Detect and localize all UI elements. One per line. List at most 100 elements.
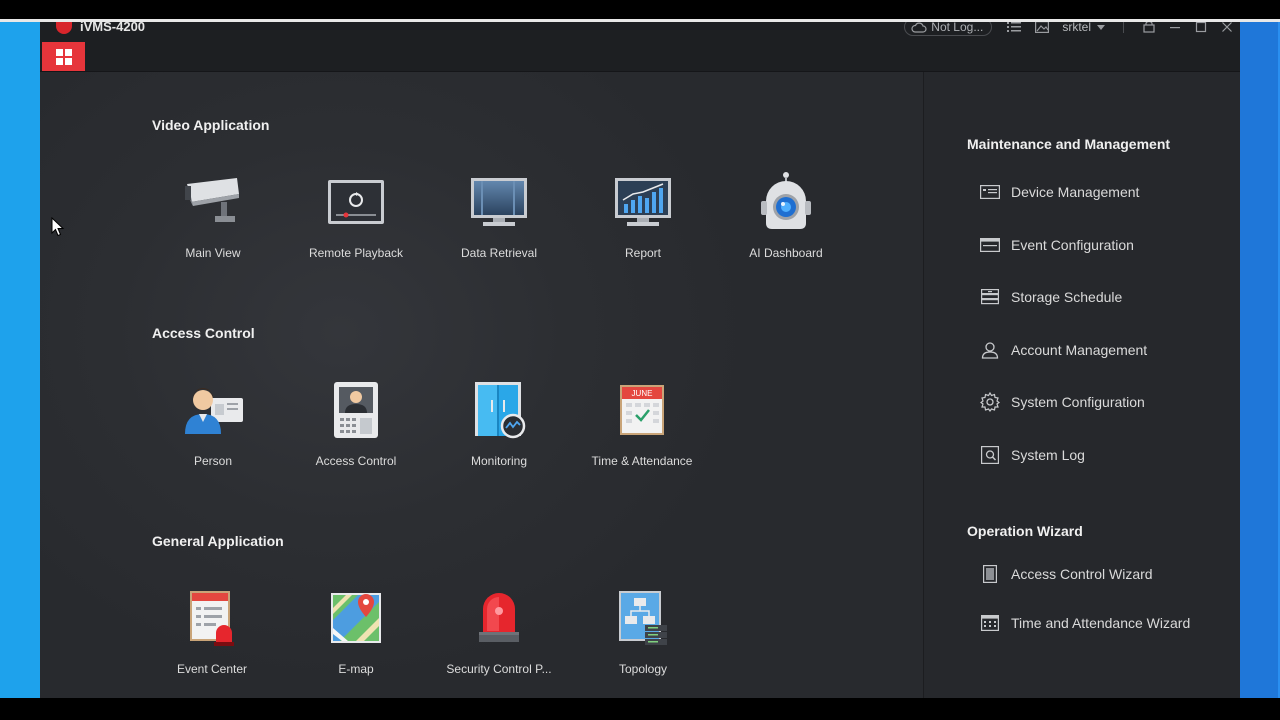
- storage-icon: [981, 289, 999, 305]
- screen: iVMS-4200 Not Log... srktel Video Applic…: [0, 0, 1280, 720]
- event-alarm-icon: [190, 591, 234, 646]
- user-icon: [981, 342, 999, 359]
- home-menu-button[interactable]: [42, 42, 85, 71]
- camera-icon: [185, 178, 239, 222]
- desktop-background-right: [1240, 22, 1280, 698]
- monitor-search-icon: [471, 178, 527, 226]
- log-search-icon: [981, 446, 999, 464]
- section-title-general: General Application: [152, 533, 284, 549]
- section-title-video: Video Application: [152, 117, 270, 133]
- lock-button[interactable]: [1136, 22, 1162, 34]
- tile-label: Person: [193, 454, 233, 468]
- tile-main-view[interactable]: Main View: [143, 170, 283, 260]
- chevron-down-icon[interactable]: [1097, 24, 1105, 30]
- tile-report[interactable]: Report: [573, 170, 713, 260]
- title-bar: iVMS-4200 Not Log... srktel: [40, 22, 1240, 72]
- tile-label: AI Dashboard: [749, 246, 823, 260]
- door-station-icon: [334, 382, 378, 438]
- close-icon: [1222, 22, 1232, 32]
- sidebar-item-event-configuration[interactable]: Event Configuration: [979, 235, 1134, 255]
- tile-access-control[interactable]: Access Control: [286, 378, 426, 468]
- event-config-icon: [980, 238, 1000, 252]
- person-card-icon: [185, 388, 243, 434]
- tile-label: Topology: [618, 662, 668, 676]
- minimize-button[interactable]: [1162, 22, 1188, 34]
- tile-label: Remote Playback: [308, 246, 404, 260]
- tile-ai-dashboard[interactable]: AI Dashboard: [716, 170, 856, 260]
- tile-label: Data Retrieval: [460, 246, 538, 260]
- sidebar: Maintenance and Management Device Manage…: [923, 72, 1240, 698]
- sidebar-item-label: Account Management: [1011, 342, 1148, 358]
- mouse-cursor-icon: [51, 217, 65, 237]
- device-icon: [980, 185, 1000, 199]
- title-bar-controls: Not Log... srktel: [904, 22, 1240, 36]
- sidebar-item-label: Event Configuration: [1011, 237, 1134, 253]
- gear-icon: [980, 392, 1000, 412]
- maximize-button[interactable]: [1188, 22, 1214, 34]
- maximize-icon: [1195, 22, 1207, 33]
- picture-icon: [1035, 22, 1050, 33]
- tile-person[interactable]: Person: [143, 378, 283, 468]
- divider: [1123, 22, 1124, 33]
- username-label[interactable]: srktel: [1062, 22, 1091, 34]
- tile-label: Access Control: [315, 454, 397, 468]
- sidebar-item-access-control-wizard[interactable]: Access Control Wizard: [979, 564, 1153, 584]
- tile-label: Security Control P...: [446, 662, 552, 676]
- list-icon: [1007, 22, 1022, 32]
- main-content: Video Application Main View Remote Playb…: [40, 72, 923, 698]
- tile-label: Main View: [185, 246, 241, 260]
- tile-label: Report: [624, 246, 662, 260]
- map-pin-icon: [331, 593, 381, 643]
- task-list-button[interactable]: [1006, 22, 1022, 34]
- sidebar-item-system-configuration[interactable]: System Configuration: [979, 392, 1145, 412]
- access-device-icon: [983, 565, 997, 583]
- tile-label: Monitoring: [470, 454, 528, 468]
- sidebar-item-label: Storage Schedule: [1011, 289, 1123, 305]
- lock-icon: [1143, 22, 1155, 33]
- sidebar-item-label: Device Management: [1011, 184, 1140, 200]
- tile-label: Time & Attendance: [591, 454, 693, 468]
- sidebar-item-label: Access Control Wizard: [1011, 566, 1153, 582]
- tile-topology[interactable]: Topology: [573, 586, 713, 676]
- login-status-button[interactable]: Not Log...: [904, 22, 993, 36]
- door-monitor-icon: [475, 382, 526, 439]
- app-window: iVMS-4200 Not Log... srktel Video Applic…: [40, 22, 1240, 698]
- tile-data-retrieval[interactable]: Data Retrieval: [429, 170, 569, 260]
- app-title: iVMS-4200: [80, 22, 146, 34]
- sidebar-item-storage-schedule[interactable]: Storage Schedule: [979, 287, 1122, 307]
- minimize-icon: [1170, 27, 1180, 29]
- tile-e-map[interactable]: E-map: [286, 586, 426, 676]
- sidebar-item-label: System Configuration: [1011, 394, 1145, 410]
- section-title-access: Access Control: [152, 325, 255, 341]
- tile-monitoring[interactable]: Monitoring: [429, 378, 569, 468]
- calendar-icon: JUNE: [620, 385, 664, 435]
- sidebar-item-account-management[interactable]: Account Management: [979, 340, 1147, 360]
- alarm-light-icon: [479, 593, 519, 642]
- calendar-month-label: JUNE: [632, 389, 653, 398]
- sidebar-item-label: Time and Attendance Wizard: [1011, 615, 1191, 631]
- report-chart-icon: [615, 178, 671, 226]
- playback-icon: [328, 180, 384, 224]
- sidebar-item-device-management[interactable]: Device Management: [979, 182, 1139, 202]
- tile-label: E-map: [338, 662, 374, 676]
- desktop-background-left: [0, 22, 40, 698]
- cloud-icon: [911, 22, 927, 33]
- tile-time-attendance[interactable]: JUNE Time & Attendance: [572, 378, 712, 468]
- login-status-text: Not Log...: [931, 22, 984, 34]
- app-logo-icon: [56, 22, 72, 34]
- sidebar-title-wizard: Operation Wizard: [967, 523, 1083, 539]
- sidebar-item-system-log[interactable]: System Log: [979, 445, 1085, 465]
- robot-eye-icon: [761, 172, 811, 229]
- grid-icon: [55, 48, 72, 65]
- tile-event-center[interactable]: Event Center: [142, 586, 282, 676]
- calendar-grid-icon: [981, 615, 999, 631]
- image-button[interactable]: [1034, 22, 1050, 34]
- sidebar-item-label: System Log: [1011, 447, 1085, 463]
- close-button[interactable]: [1214, 22, 1240, 34]
- sidebar-item-time-attendance-wizard[interactable]: Time and Attendance Wizard: [979, 613, 1190, 633]
- tile-security-control-panel[interactable]: Security Control P...: [429, 586, 569, 676]
- tile-remote-playback[interactable]: Remote Playback: [286, 170, 426, 260]
- topology-icon: [619, 591, 667, 645]
- sidebar-title-maintenance: Maintenance and Management: [967, 136, 1171, 152]
- tile-label: Event Center: [176, 662, 248, 676]
